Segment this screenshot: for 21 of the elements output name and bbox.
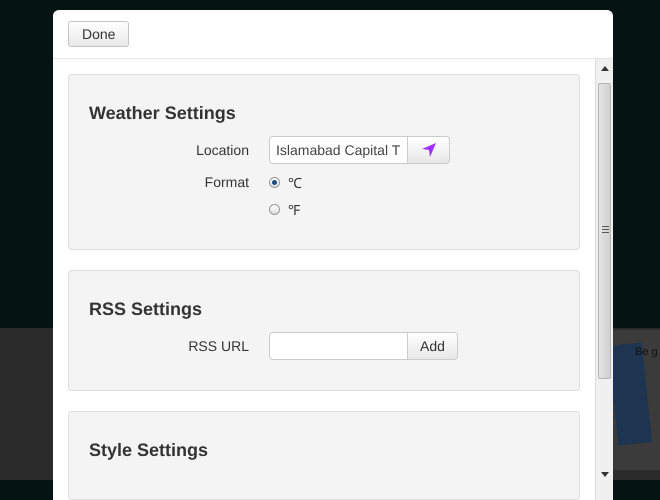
option-label: ℃	[288, 174, 302, 192]
scrollbar[interactable]	[595, 59, 613, 500]
scroll-down-icon[interactable]	[601, 472, 609, 477]
field-label: Location	[196, 141, 249, 158]
field-label: RSS URL	[188, 337, 249, 354]
field-label: Format	[204, 173, 249, 190]
grip-icon	[602, 226, 609, 233]
section-title: Weather Settings	[89, 103, 236, 124]
section-title: RSS Settings	[89, 299, 202, 320]
scroll-up-icon[interactable]	[601, 66, 609, 71]
option-label: ℉	[288, 201, 300, 219]
scrollbar-thumb[interactable]	[598, 83, 611, 379]
done-button[interactable]: Done	[68, 21, 130, 47]
add-button[interactable]: Add	[408, 332, 458, 360]
section-title: Style Settings	[89, 440, 208, 461]
radio-button[interactable]	[269, 177, 280, 188]
location-field[interactable]: Islamabad Capital T	[269, 136, 408, 164]
radio-button[interactable]	[269, 204, 280, 215]
locate-button[interactable]	[408, 136, 450, 164]
url-field[interactable]	[269, 332, 408, 360]
navigation-arrow-icon	[420, 142, 436, 158]
